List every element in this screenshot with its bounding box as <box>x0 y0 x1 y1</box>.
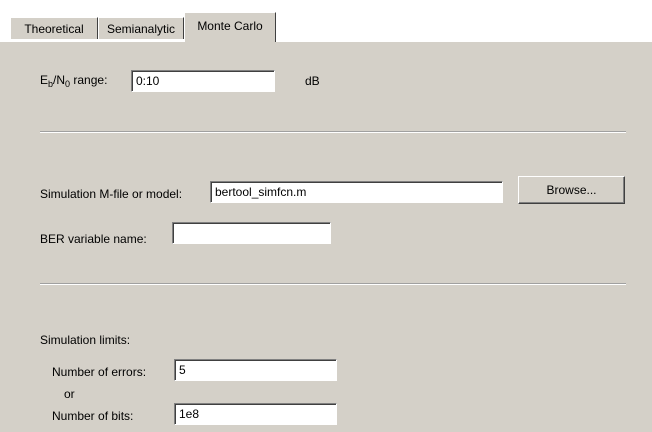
ebno-unit-label: dB <box>305 74 320 88</box>
monte-carlo-panel: Eb/N0 range: 0:10 dB Simulation M-file o… <box>0 41 652 432</box>
or-label: or <box>64 387 75 401</box>
separator-top <box>40 131 626 133</box>
separator-bottom <box>40 283 626 285</box>
number-of-errors-label: Number of errors: <box>52 365 147 379</box>
mfile-input[interactable]: bertool_simfcn.m <box>210 181 503 203</box>
simulation-limits-heading: Simulation limits: <box>40 333 131 347</box>
mfile-label: Simulation M-file or model: <box>40 187 183 201</box>
ber-variable-input[interactable] <box>172 222 331 244</box>
ber-variable-label: BER variable name: <box>40 232 147 246</box>
ebno-range-label: Eb/N0 range: <box>40 73 107 89</box>
number-of-bits-label: Number of bits: <box>52 409 134 423</box>
browse-button[interactable]: Browse... <box>518 176 625 204</box>
tab-semianalytic[interactable]: Semianalytic <box>98 17 184 39</box>
number-of-bits-input[interactable]: 1e8 <box>174 403 337 425</box>
ebno-label-e: E <box>40 73 49 87</box>
number-of-errors-input[interactable]: 5 <box>174 359 337 381</box>
ebno-label-n: /N <box>53 73 66 87</box>
ebno-range-input[interactable]: 0:10 <box>131 70 275 92</box>
tab-monte-carlo[interactable]: Monte Carlo <box>184 12 276 42</box>
tab-theoretical[interactable]: Theoretical <box>10 17 98 39</box>
ebno-label-range: range: <box>70 73 108 87</box>
tab-strip: Theoretical Semianalytic Monte Carlo <box>0 0 652 42</box>
